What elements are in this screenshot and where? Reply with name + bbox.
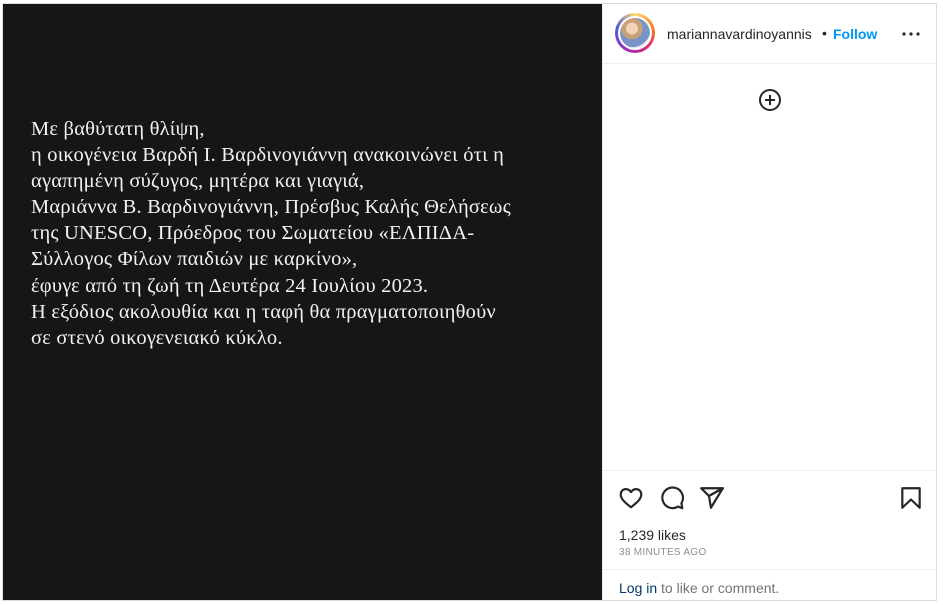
post-text-line: Μαριάννα Β. Βαρδινογιάννη, Πρέσβυς Καλής… — [31, 196, 511, 219]
more-options-icon[interactable] — [899, 22, 923, 46]
add-circle-icon[interactable] — [758, 88, 782, 112]
login-prompt-suffix: to like or comment. — [657, 580, 780, 596]
login-prompt: Log in to like or comment. — [603, 569, 936, 600]
post-image: Με βαθύτατη θλίψη, η οικογένεια Βαρδή Ι.… — [3, 4, 602, 600]
separator-dot: • — [822, 25, 827, 41]
post-text-line: Η εξόδιος ακολουθία και η ταφή θα πραγμα… — [31, 300, 496, 323]
follow-button[interactable]: Follow — [833, 26, 877, 42]
post-sidebar: mariannavardinoyannis • Follow 1,239 lik… — [602, 4, 936, 600]
username-link[interactable]: mariannavardinoyannis — [667, 26, 812, 42]
heart-icon[interactable] — [618, 485, 644, 511]
avatar[interactable] — [615, 13, 655, 53]
avatar-image — [620, 18, 650, 48]
likes-count[interactable]: 1,239 likes — [619, 527, 686, 543]
login-link[interactable]: Log in — [619, 580, 657, 596]
login-prompt-text: Log in to like or comment. — [619, 580, 779, 596]
avatar-image-frame — [618, 16, 652, 50]
comments-area — [603, 64, 936, 471]
post-text-line: σε στενό οικογενειακό κύκλο. — [31, 326, 283, 349]
post-text-line: Σύλλογος Φίλων παιδιών με καρκίνο», — [31, 248, 358, 271]
post-text-line: η οικογένεια Βαρδή Ι. Βαρδινογιάννη ανακ… — [31, 144, 505, 167]
bookmark-icon[interactable] — [898, 485, 924, 511]
share-icon[interactable] — [699, 485, 725, 511]
post-image-text: Με βαθύτατη θλίψη, η οικογένεια Βαρδή Ι.… — [31, 116, 591, 351]
action-bar — [603, 471, 936, 521]
post-text-line: της UNESCO, Πρόεδρος του Σωματείου «ΕΛΠΙ… — [31, 222, 475, 245]
post-timestamp[interactable]: 38 MINUTES AGO — [619, 547, 707, 558]
post-dialog: Με βαθύτατη θλίψη, η οικογένεια Βαρδή Ι.… — [2, 3, 937, 601]
post-text-line: έφυγε από τη ζωή τη Δευτέρα 24 Ιουλίου 2… — [31, 274, 429, 297]
post-text-line: Με βαθύτατη θλίψη, — [31, 118, 205, 140]
comment-icon[interactable] — [659, 485, 685, 511]
post-text-line: αγαπημένη σύζυγος, μητέρα και γιαγιά, — [31, 170, 365, 193]
post-header: mariannavardinoyannis • Follow — [603, 4, 936, 64]
